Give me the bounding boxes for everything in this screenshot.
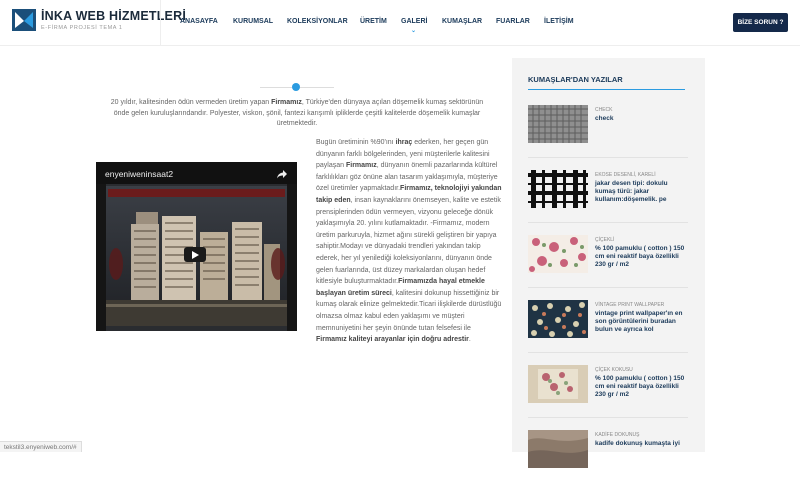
intro-paragraph: 20 yıldır, kalitesinden ödün vermeden ür… [108,98,486,130]
nav-item-koleksiyonlar[interactable]: KOLEKSİYONLAR [287,18,348,25]
nav-item-kurumsal[interactable]: KURUMSAL [233,18,273,25]
post-title[interactable]: jakar desen tipi: dokulu kumaş türü: jak… [595,180,687,204]
nav-item-iletisim[interactable]: İLETİŞİM [544,18,574,25]
chevron-down-icon: ⌄ [411,28,417,34]
body-bold-1: ihraç [395,139,413,146]
post-category[interactable]: ÇİÇEK KOKUSU [595,367,633,373]
brand-subtitle: E-FİRMA PROJESİ TEMA 1 [41,25,123,31]
sidebar-title: KUMAŞLAR'DAN YAZILAR [528,75,623,84]
intro-text-1: 20 yıldır, kalitesinden ödün vermeden ür… [110,99,272,106]
sidebar-posts: KUMAŞLAR'DAN YAZILAR CHECK check EKOSE D… [512,58,705,468]
post-divider [528,222,688,223]
divider-line-left [260,87,292,88]
ask-us-button[interactable]: BİZE SORUN ? [733,13,788,32]
nav-item-uretim[interactable]: ÜRETİM [360,18,387,25]
post-divider [528,157,688,158]
post-thumbnail[interactable] [528,300,588,338]
post-divider [528,352,688,353]
post-title[interactable]: % 100 pamuklu ( cotton ) 150 cm eni reak… [595,245,687,269]
post-category[interactable]: ÇİÇEKLİ [595,237,614,243]
post-title[interactable]: kadife dokunuş kumaşta iyi [595,440,687,448]
body-bold-2: Firmamız [345,162,377,170]
nav-item-galeri-label: GALERİ [401,18,428,25]
video-player[interactable]: enyeniweninsaat2 [96,162,297,331]
post-divider [528,417,688,418]
sidebar-post[interactable]: KADİFE DOKUNUŞ kadife dokunuş kumaşta iy… [528,430,688,488]
post-title[interactable]: % 100 pamuklu ( cotton ) 150 cm eni reak… [595,375,687,399]
divider-dot [292,83,300,91]
video-title: enyeniweninsaat2 [105,169,174,179]
post-thumbnail[interactable] [528,170,588,208]
intro-bold-1: Firmamız [271,99,302,106]
site-logo[interactable]: İNKA WEB HİZMETLERİ E-FİRMA PROJESİ TEMA… [12,7,186,41]
sidebar-post[interactable]: CHECK check [528,105,688,163]
post-category[interactable]: EKOSE DESENLİ, KARELİ [595,172,656,178]
post-category[interactable]: KADİFE DOKUNUŞ [595,432,639,438]
post-thumbnail[interactable] [528,365,588,403]
body-bold-5: Firmamız kaliteyi arayanlar için doğru a… [316,336,469,344]
divider-line-right [300,87,334,88]
sidebar-post[interactable]: VİNTAGE PRINT WALLPAPER vintage print wa… [528,300,688,358]
site-header: İNKA WEB HİZMETLERİ E-FİRMA PROJESİ TEMA… [0,0,800,46]
nav-item-kumaslar[interactable]: KUMAŞLAR [442,18,482,25]
play-icon[interactable] [184,247,206,262]
brand-title: İNKA WEB HİZMETLERİ [41,9,186,23]
nav-item-anasayfa[interactable]: ANASAYFA [180,18,218,25]
nav-item-galeri[interactable]: GALERİ ⌄ [401,18,428,34]
sidebar-title-underline [528,89,685,90]
status-bar-url: tekstil3.enyeniweb.com/# [0,441,82,452]
share-icon[interactable] [276,168,288,180]
post-category[interactable]: CHECK [595,107,613,113]
nav-item-fuarlar[interactable]: FUARLAR [496,18,530,25]
sidebar-post[interactable]: ÇİÇEKLİ % 100 pamuklu ( cotton ) 150 cm … [528,235,688,293]
post-title[interactable]: check [595,115,687,123]
sidebar-post[interactable]: EKOSE DESENLİ, KARELİ jakar desen tipi: … [528,170,688,228]
body-text-1: Bugün üretiminin %90'ını [316,139,396,146]
post-title[interactable]: vintage print wallpaper'ın en son görünt… [595,310,687,334]
body-text-4: , insan kaynaklarını önemseyen, kalite v… [316,196,501,286]
post-divider [528,287,688,288]
header-divider [160,0,161,46]
post-thumbnail[interactable] [528,235,588,273]
post-category[interactable]: VİNTAGE PRINT WALLPAPER [595,302,664,308]
post-thumbnail[interactable] [528,430,588,468]
body-text-6: . [468,336,471,344]
body-paragraph: Bugün üretiminin %90'ını ihraç ederken, … [316,137,502,346]
post-thumbnail[interactable] [528,105,588,143]
logo-icon [12,9,36,31]
sidebar-post[interactable]: ÇİÇEK KOKUSU % 100 pamuklu ( cotton ) 15… [528,365,688,423]
